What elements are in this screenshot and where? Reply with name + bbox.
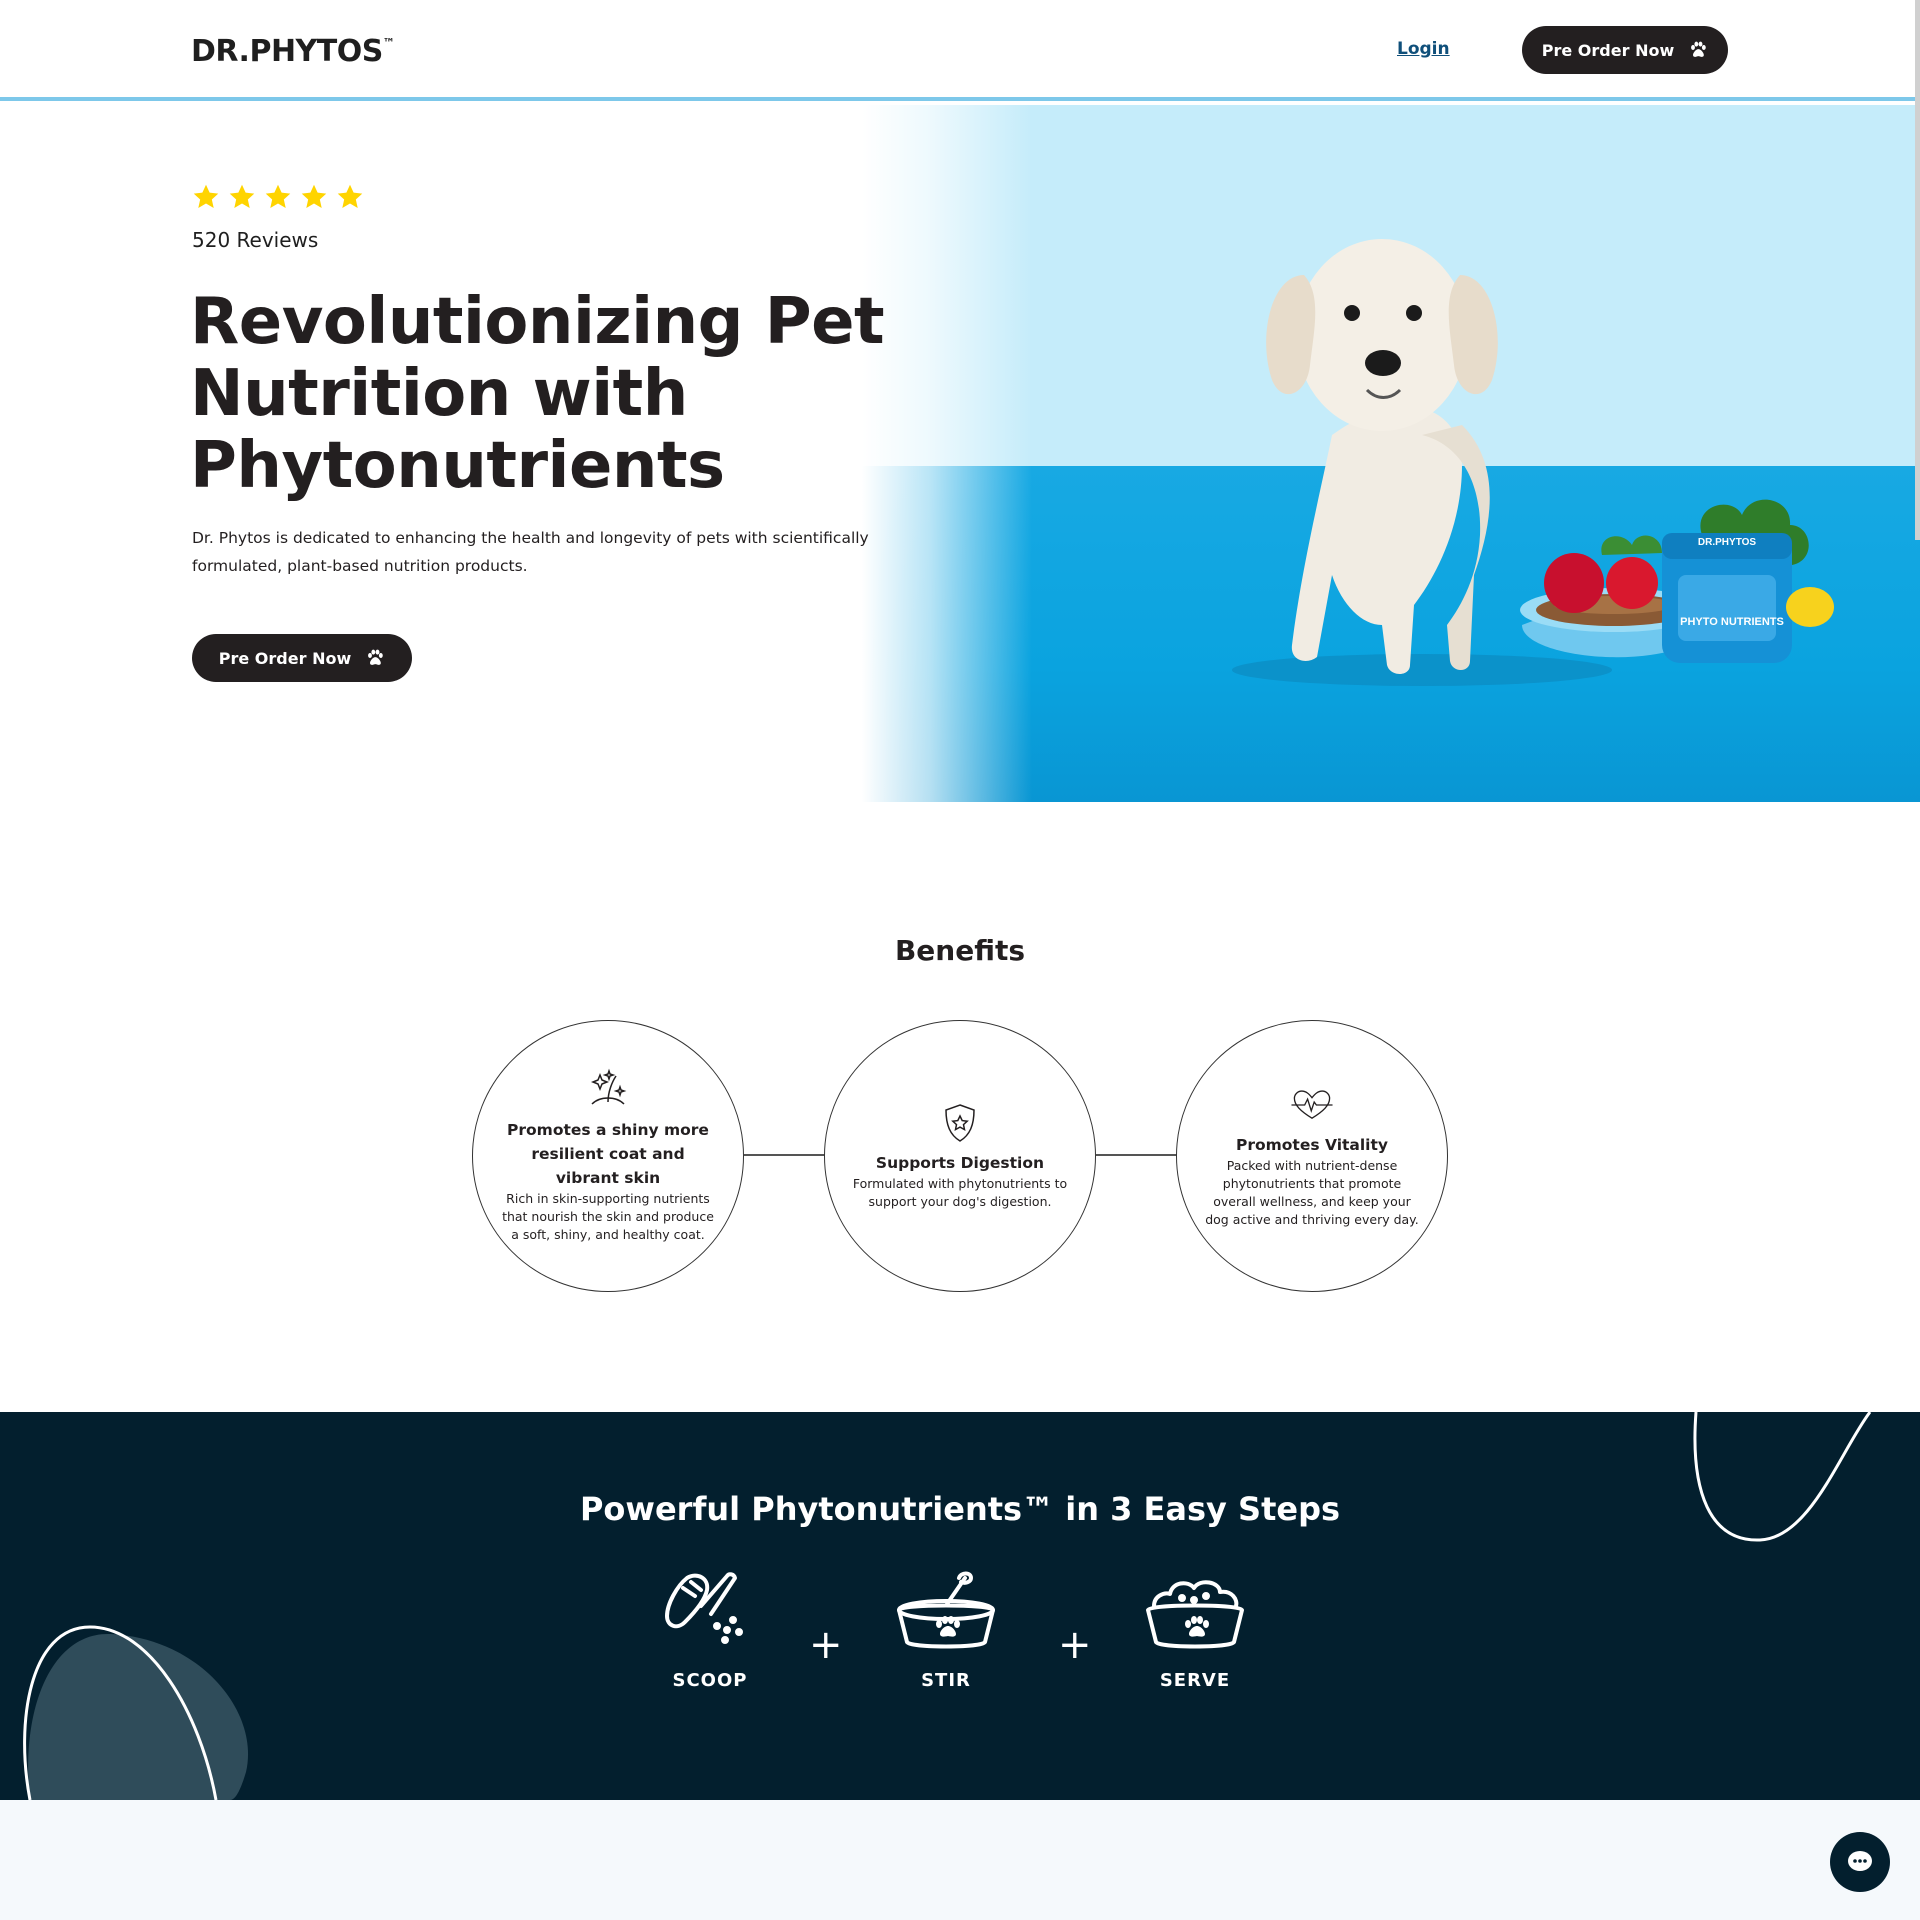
step-stir: STIR <box>876 1568 1016 1691</box>
heart-pulse-icon <box>1291 1090 1333 1119</box>
plus-icon: + <box>1058 1622 1092 1668</box>
hero-preorder-label: Pre Order Now <box>218 648 352 668</box>
benefit-connector <box>1096 1154 1178 1156</box>
chat-bubble-icon <box>1848 1851 1872 1871</box>
scrollbar[interactable] <box>1915 0 1920 540</box>
benefit-description: Formulated with phytonutrients to suppor… <box>852 1176 1068 1209</box>
benefit-description: Packed with nutrient-dense phytonutrient… <box>1205 1158 1419 1227</box>
rating-stars <box>192 183 364 211</box>
step-label: SCOOP <box>672 1670 748 1691</box>
benefit-title: Supports Digestion <box>875 1154 1045 1172</box>
star-icon <box>337 184 363 208</box>
jar-brand: DR.PHYTOS <box>1698 537 1756 548</box>
shield-star-icon <box>945 1104 975 1142</box>
jar-label: PHYTO NUTRIENTS <box>1680 616 1784 628</box>
reviews-count[interactable]: 520 Reviews <box>192 228 318 252</box>
benefit-connector <box>744 1154 826 1156</box>
paw-icon <box>1691 41 1706 57</box>
steps-title: Powerful Phytonutrients™ in 3 Easy Steps <box>579 1490 1341 1528</box>
paw-icon <box>368 649 383 665</box>
benefit-coat: Promotes a shiny more resilient coat and… <box>472 1020 744 1292</box>
chat-widget-button[interactable] <box>1830 1832 1890 1892</box>
star-icon <box>265 184 291 208</box>
benefit-vitality: Promotes Vitality Packed with nutrient-d… <box>1176 1020 1448 1292</box>
logo[interactable]: DR.PHYTOS™ <box>191 34 395 69</box>
login-link[interactable]: Login <box>1397 39 1450 59</box>
hero-image: DR.PHYTOS PHYTO NUTRIENTS <box>862 105 1920 802</box>
benefit-digestion: Supports Digestion Formulated with phyto… <box>824 1020 1096 1292</box>
star-icon <box>301 184 327 208</box>
benefit-description: Rich in skin-supporting nutrients that n… <box>502 1191 714 1242</box>
benefits-title: Benefits <box>894 934 1026 967</box>
hair-sparkle-icon <box>590 1068 627 1105</box>
step-label: STIR <box>921 1670 971 1691</box>
hero-preorder-button[interactable]: Pre Order Now <box>192 634 412 682</box>
next-section <box>0 1800 1920 1920</box>
benefit-title: Promotes a shiny more resilient coat and… <box>507 1121 709 1187</box>
step-label: SERVE <box>1159 1670 1231 1691</box>
plus-icon: + <box>809 1622 843 1668</box>
header-preorder-button[interactable]: Pre Order Now <box>1522 26 1728 74</box>
hero-title: Revolutionizing Pet Nutrition with Phyto… <box>190 285 885 503</box>
stir-bowl-icon <box>897 1571 995 1649</box>
step-serve: SERVE <box>1125 1568 1265 1691</box>
step-scoop: SCOOP <box>640 1568 780 1691</box>
star-icon <box>229 184 255 208</box>
benefit-title: Promotes Vitality <box>1235 1136 1389 1154</box>
hero-description: Dr. Phytos is dedicated to enhancing the… <box>192 529 869 575</box>
scoop-icon <box>665 1572 743 1644</box>
site-header: DR.PHYTOS™ Login Pre Order Now <box>0 0 1920 101</box>
header-preorder-label: Pre Order Now <box>1541 40 1675 60</box>
steps-section: Powerful Phytonutrients™ in 3 Easy Steps… <box>0 1412 1920 1800</box>
serve-bowl-icon <box>1146 1580 1244 1649</box>
star-icon <box>193 184 219 208</box>
